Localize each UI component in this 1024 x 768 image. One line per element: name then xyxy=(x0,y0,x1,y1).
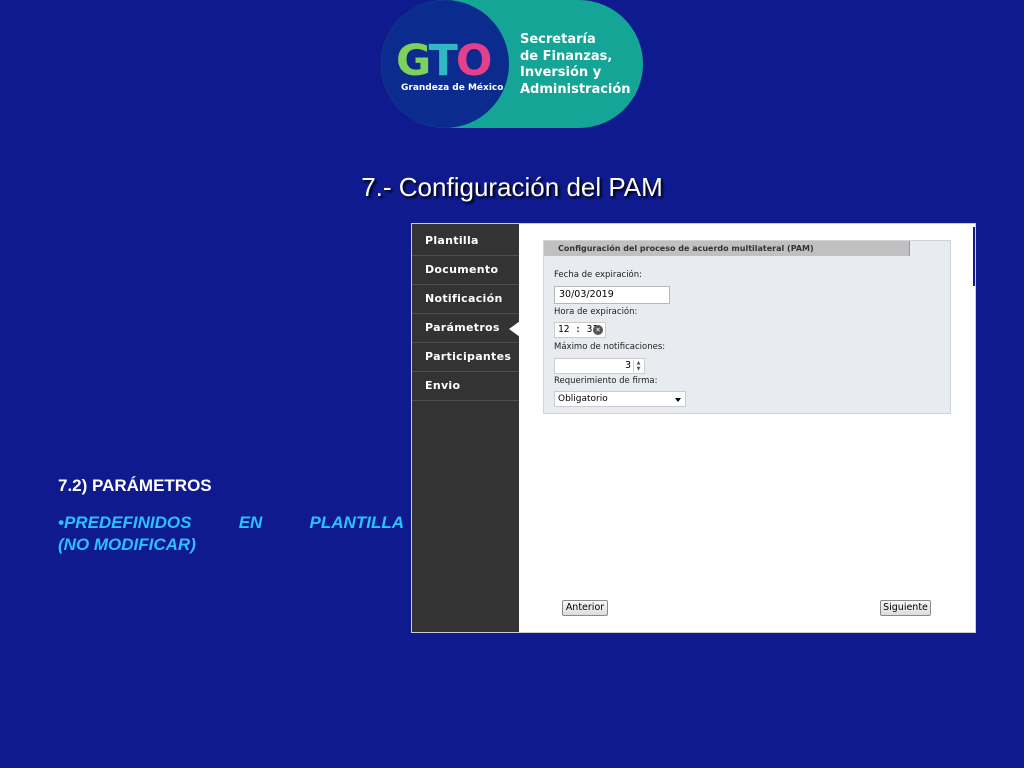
sidebar-item-documento[interactable]: Documento xyxy=(412,256,519,285)
window-edge-right xyxy=(973,227,975,286)
sidebar-item-plantilla[interactable]: Plantilla xyxy=(412,227,519,256)
slide-title: 7.- Configuración del PAM xyxy=(361,172,663,202)
previous-button[interactable]: Anterior xyxy=(562,600,608,616)
next-button[interactable]: Siguiente xyxy=(880,600,931,616)
logo-tagline: Grandeza de México xyxy=(401,83,504,93)
sidebar: Plantilla Documento Notificación Parámet… xyxy=(412,224,520,632)
bullet-text-continued: (NO MODIFICAR) xyxy=(58,535,196,554)
sidebar-item-envio[interactable]: Envio xyxy=(412,372,519,401)
expiry-date-label: Fecha de expiración: xyxy=(554,270,643,280)
bullet-text: •PREDEFINIDOS EN PLANTILLA xyxy=(58,513,404,532)
spinner-arrows-icon[interactable]: ▲ ▼ xyxy=(633,360,643,372)
app-window: Plantilla Documento Notificación Parámet… xyxy=(411,223,976,633)
expiry-date-field[interactable]: 30/03/2019 xyxy=(554,286,670,304)
clear-icon[interactable]: × xyxy=(593,325,603,335)
gto-logo: GTO Grandeza de México Secretaría de Fin… xyxy=(381,0,643,128)
chevron-down-icon xyxy=(675,398,681,402)
expiry-time-label: Hora de expiración: xyxy=(554,307,638,317)
sidebar-item-parametros[interactable]: Parámetros xyxy=(412,314,520,343)
pam-config-panel: Configuración del proceso de acuerdo mul… xyxy=(543,240,951,414)
max-notifications-label: Máximo de notificaciones: xyxy=(554,342,666,352)
logo-org-name: Secretaría de Finanzas, Inversión y Admi… xyxy=(520,32,631,97)
section-heading: 7.2) PARÁMETROS xyxy=(58,476,212,495)
sidebar-item-participantes[interactable]: Participantes xyxy=(412,343,519,372)
panel-header: Configuración del proceso de acuerdo mul… xyxy=(544,241,910,256)
expiry-time-field[interactable]: 12 : 31 × xyxy=(554,322,606,338)
active-pointer-icon xyxy=(509,321,520,337)
signature-requirement-label: Requerimiento de firma: xyxy=(554,376,658,386)
max-notifications-stepper[interactable]: 3 ▲ ▼ xyxy=(554,358,645,374)
gto-wordmark: GTO xyxy=(396,36,492,86)
sidebar-item-notificacion[interactable]: Notificación xyxy=(412,285,519,314)
signature-requirement-select[interactable]: Obligatorio xyxy=(554,391,686,407)
